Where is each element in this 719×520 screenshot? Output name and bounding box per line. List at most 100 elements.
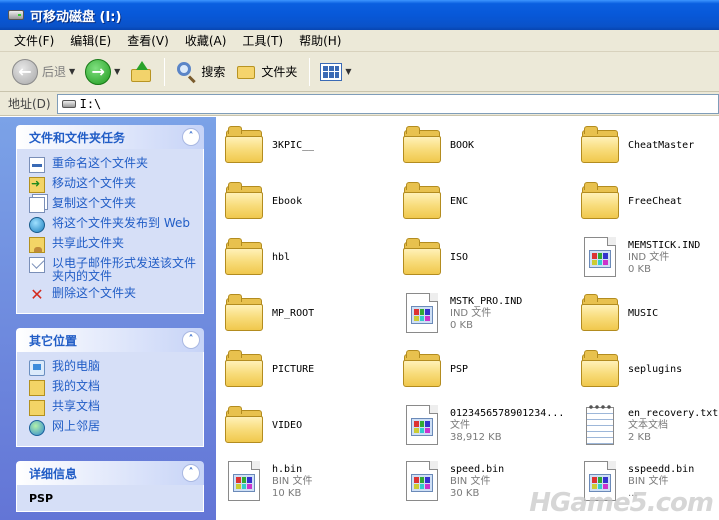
file-meta: BOOK [450,140,474,152]
folder-item[interactable]: hbl [224,233,394,283]
file-name: FreeCheat [628,196,683,207]
place-item[interactable]: 我的电脑 [29,360,197,376]
file-item[interactable]: MEMSTICK.IND IND 文件 0 KB [580,233,719,283]
folder-item[interactable]: MP_ROOT [224,289,394,339]
menu-tools[interactable]: 工具(T) [234,32,291,49]
menu-view[interactable]: 查看(V) [119,32,177,49]
file-name: VIDEO [272,420,303,431]
collapse-chevron-icon[interactable]: ˄ [182,128,200,146]
places-panel-body: 我的电脑我的文档共享文档网上邻居 [16,352,204,447]
my-documents-icon [29,380,45,396]
folder-item[interactable]: ISO [402,233,572,283]
folder-item[interactable]: PSP [402,345,572,395]
menu-help[interactable]: 帮助(H) [291,32,349,49]
details-selected-name: PSP [29,492,54,505]
folder-item[interactable]: MUSIC [580,289,719,339]
menu-file[interactable]: 文件(F) [6,32,62,49]
forward-arrow-icon: → [85,58,112,85]
menu-edit[interactable]: 编辑(E) [62,32,119,49]
places-panel-header[interactable]: 其它位置 ˄ [16,328,204,352]
file-meta: hbl [272,252,290,264]
folder-item[interactable]: PICTURE [224,345,394,395]
up-folder-button[interactable] [126,56,156,88]
file-name: MEMSTICK.IND [628,240,701,251]
folder-item[interactable]: seplugins [580,345,719,395]
file-size: 0 KB [450,320,473,331]
file-item[interactable]: 0123456578901234... 文件 38,912 KB [402,401,572,451]
folder-icon [224,236,264,280]
generic-file-icon [224,460,264,504]
folder-item[interactable]: FreeCheat [580,177,719,227]
details-panel-header[interactable]: 详细信息 ˄ [16,461,204,485]
details-panel-title: 详细信息 [29,466,78,481]
file-list-view[interactable]: 3KPIC__ BOOK CheatMaster Ebook ENC FreeCheat h… [216,117,719,520]
tasks-panel-header[interactable]: 文件和文件夹任务 ˄ [16,125,204,149]
collapse-chevron-icon[interactable]: ˄ [182,464,200,482]
folder-item[interactable]: 3KPIC__ [224,121,394,171]
file-name: 0123456578901234... [450,408,565,419]
back-button[interactable]: ← 后退 ▼ [8,56,79,88]
details-panel: 详细信息 ˄ PSP [16,461,204,512]
file-name: speed.bin [450,464,505,475]
forward-button[interactable]: → ▼ [81,56,124,88]
task-item-label: 移动这个文件夹 [52,176,137,190]
file-type: IND 文件 [628,252,670,263]
task-item-label: 删除这个文件夹 [52,286,137,300]
address-input[interactable]: I:\ [56,93,719,114]
file-item[interactable]: h.bin BIN 文件 10 KB [224,457,394,507]
folder-icon [224,348,264,392]
search-button[interactable]: 搜索 [171,56,229,88]
task-item[interactable]: 将这个文件夹发布到 Web [29,217,197,233]
file-meta: 0123456578901234... 文件 38,912 KB [450,408,564,444]
removable-drive-icon [8,10,24,20]
views-dropdown-icon[interactable]: ▼ [345,67,351,76]
folder-item[interactable]: VIDEO [224,401,394,451]
title-bar[interactable]: 可移动磁盘 (I:) [0,0,719,30]
file-item[interactable]: en_recovery.txt 文本文档 2 KB [580,401,719,451]
text-document-icon [580,404,620,448]
task-item[interactable]: 移动这个文件夹 [29,177,197,193]
folder-item[interactable]: Ebook [224,177,394,227]
back-dropdown-icon[interactable]: ▼ [69,67,75,76]
file-item[interactable]: MSTK_PRO.IND IND 文件 0 KB [402,289,572,339]
place-item[interactable]: 我的文档 [29,380,197,396]
site-watermark: HGame5.com [529,488,714,518]
file-meta: ISO [450,252,468,264]
file-meta: MSTK_PRO.IND IND 文件 0 KB [450,296,522,332]
place-item[interactable]: 共享文档 [29,400,197,416]
toolbar-separator [164,57,166,86]
web-publish-icon [29,217,45,233]
menu-bar: 文件(F) 编辑(E) 查看(V) 收藏(A) 工具(T) 帮助(H) [0,30,719,52]
folder-icon [402,124,442,168]
folder-item[interactable]: BOOK [402,121,572,171]
file-name: en_recovery.txt [628,408,719,419]
file-meta: 3KPIC__ [272,140,314,152]
forward-dropdown-icon[interactable]: ▼ [114,67,120,76]
details-panel-body: PSP [16,485,204,512]
views-button[interactable]: ▼ [316,56,355,88]
folders-button[interactable]: 文件夹 [231,56,301,88]
address-bar: 地址(D) I:\ [0,92,719,116]
file-name: PICTURE [272,364,315,375]
place-item-label: 我的电脑 [52,359,101,373]
folder-item[interactable]: CheatMaster [580,121,719,171]
task-item-label: 共享此文件夹 [52,236,125,250]
task-pane: 文件和文件夹任务 ˄ 重命名这个文件夹移动这个文件夹复制这个文件夹将这个文件夹发… [0,117,216,520]
task-item[interactable]: ✕ 删除这个文件夹 [29,287,197,303]
task-item[interactable]: 重命名这个文件夹 [29,157,197,173]
file-size: 10 KB [272,488,302,499]
task-item[interactable]: 以电子邮件形式发送该文件夹内的文件 [29,257,197,283]
file-meta: speed.bin BIN 文件 30 KB [450,464,504,500]
menu-favorites[interactable]: 收藏(A) [177,32,235,49]
place-item[interactable]: 网上邻居 [29,420,197,436]
folder-icon [580,180,620,224]
drive-icon [61,99,76,108]
folder-icon [580,348,620,392]
task-item[interactable]: 共享此文件夹 [29,237,197,253]
collapse-chevron-icon[interactable]: ˄ [182,331,200,349]
folder-item[interactable]: ENC [402,177,572,227]
task-item[interactable]: 复制这个文件夹 [29,197,197,213]
file-meta: en_recovery.txt 文本文档 2 KB [628,408,718,444]
views-icon [320,62,343,81]
file-type: BIN 文件 [272,476,313,487]
